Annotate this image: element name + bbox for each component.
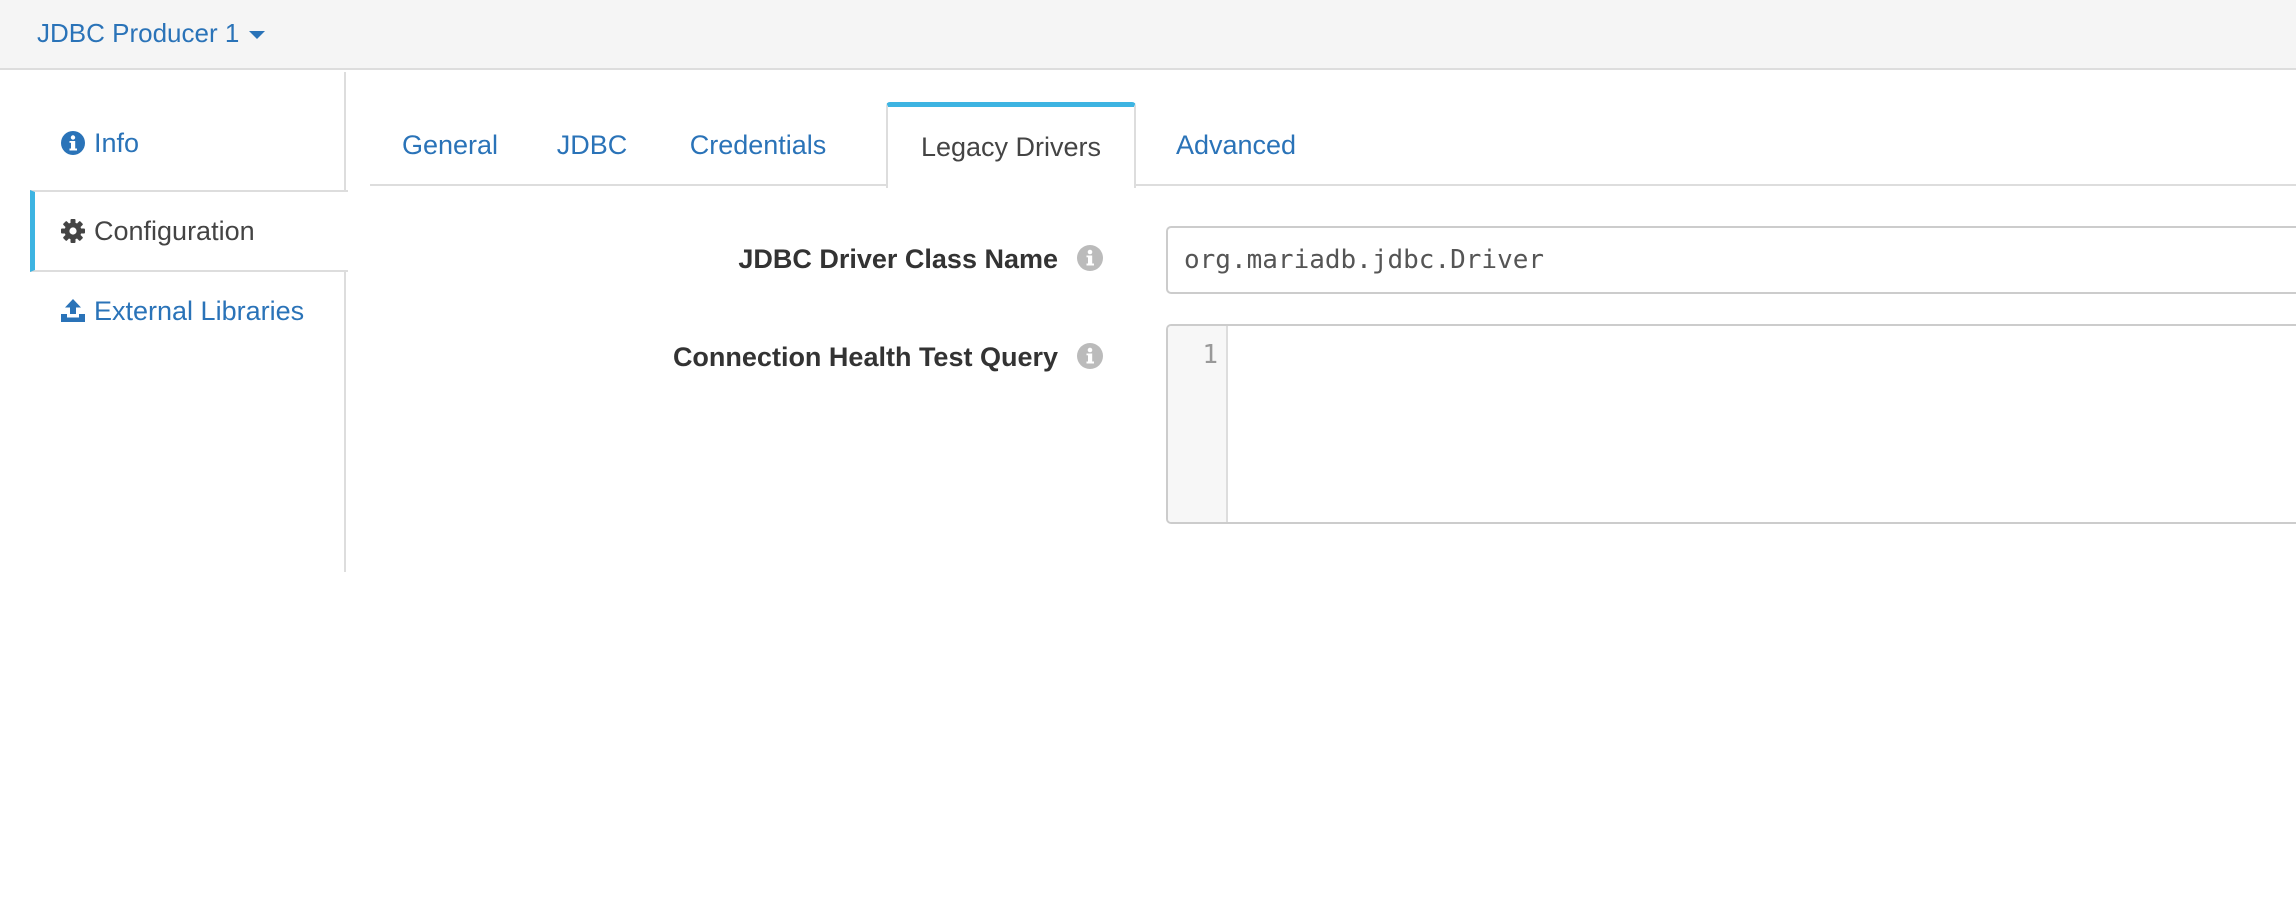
line-number: 1: [1202, 340, 1218, 370]
info-circle-icon: [61, 131, 85, 155]
driver-class-input[interactable]: [1166, 226, 2296, 294]
tab-label: Advanced: [1175, 129, 1297, 160]
stage-selector-dropdown[interactable]: JDBC Producer 1: [37, 14, 266, 52]
config-tabs: General JDBC Credentials Legacy Drivers …: [370, 72, 2296, 188]
sidebar-item-label: Info: [94, 127, 140, 158]
sidebar-item-configuration[interactable]: Configuration: [30, 190, 348, 272]
editor-gutter: 1: [1168, 326, 1228, 522]
tab-label: JDBC: [556, 129, 628, 160]
caret-down-icon: [249, 30, 266, 39]
tab-label: General: [401, 129, 499, 160]
config-sidebar: Info Configuration External Libraries: [30, 72, 348, 572]
tab-general[interactable]: General: [370, 104, 530, 186]
stage-header-bar: JDBC Producer 1: [0, 0, 2296, 70]
tab-label: Credentials: [689, 129, 827, 160]
stage-name: JDBC Producer 1: [37, 17, 240, 48]
upload-icon: [61, 299, 85, 322]
health-query-editor[interactable]: 1: [1166, 324, 2296, 524]
health-query-label: Connection Health Test Query: [672, 342, 1058, 372]
tab-advanced[interactable]: Advanced: [1136, 104, 1336, 186]
sidebar-item-info[interactable]: Info: [30, 110, 346, 176]
sidebar-item-label: External Libraries: [94, 295, 305, 326]
gear-icon: [61, 219, 85, 243]
tab-credentials[interactable]: Credentials: [658, 104, 858, 186]
tab-label: Legacy Drivers: [920, 132, 1102, 162]
info-help-icon[interactable]: [1076, 342, 1104, 370]
info-help-icon[interactable]: [1076, 244, 1104, 272]
tab-jdbc[interactable]: JDBC: [530, 104, 654, 186]
sidebar-item-external-libraries[interactable]: External Libraries: [30, 278, 346, 344]
sidebar-item-label: Configuration: [94, 215, 255, 246]
driver-class-label: JDBC Driver Class Name: [738, 244, 1058, 274]
tab-legacy-drivers[interactable]: Legacy Drivers: [886, 102, 1136, 188]
